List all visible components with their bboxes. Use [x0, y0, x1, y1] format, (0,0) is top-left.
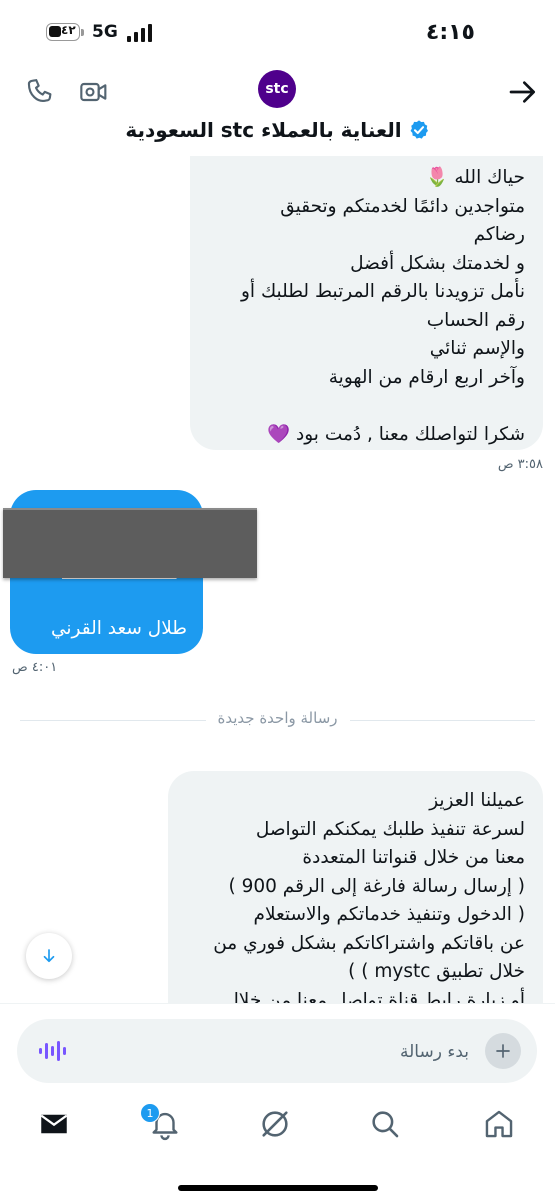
incoming-message-bubble[interactable]: عميلنا العزيز لسرعة تنفيذ طلبك يمكنكم ال… — [168, 771, 543, 1016]
status-time: ٤:١٥ — [425, 20, 475, 45]
battery-icon: ٤٢ — [46, 23, 80, 41]
status-bar: ٤٢ 5G ٤:١٥ — [0, 0, 555, 66]
scroll-to-bottom-button[interactable] — [26, 933, 72, 979]
notification-badge: 1 — [140, 1103, 160, 1123]
avatar[interactable]: stc — [258, 70, 296, 108]
plus-icon — [496, 1044, 510, 1058]
conversation-title-row[interactable]: العناية بالعملاء stc السعودية — [0, 118, 555, 142]
attach-button[interactable] — [485, 1033, 521, 1069]
incoming-message-bubble[interactable]: حياك الله 🌷 متواجدين دائمًا لخدمتكم وتحق… — [190, 156, 543, 450]
messages-tab-icon[interactable] — [37, 1107, 71, 1141]
home-indicator — [178, 1185, 378, 1191]
verified-badge-icon — [410, 120, 428, 139]
signal-icon — [127, 24, 157, 42]
message-input[interactable] — [137, 1019, 471, 1085]
conversation-header: stc العناية بالعملاء stc السعودية — [0, 66, 555, 156]
arrow-down-icon — [43, 949, 55, 963]
message-timestamp: ٤:٠١ ص — [12, 660, 58, 675]
grok-tab-icon[interactable] — [258, 1107, 292, 1141]
new-messages-divider: رسالة واحدة جديدة — [0, 709, 555, 727]
outgoing-name-line: طلال سعد القرني — [50, 617, 187, 639]
back-arrow-icon[interactable] — [507, 76, 539, 108]
phone-icon[interactable] — [24, 76, 56, 108]
outgoing-id-line: اخر الهوية 6997 — [57, 674, 187, 696]
network-type: 5G — [92, 22, 118, 42]
video-call-icon[interactable] — [78, 76, 110, 108]
conversation-title: العناية بالعملاء stc السعودية — [125, 118, 402, 142]
new-messages-label: رسالة واحدة جديدة — [205, 709, 350, 727]
voice-message-icon[interactable] — [37, 1035, 67, 1067]
composer-bar — [0, 1003, 555, 1094]
bottom-tab-bar: 1 — [0, 1093, 555, 1200]
search-tab-icon[interactable] — [368, 1107, 402, 1141]
message-timestamp: ٣:٥٨ ص — [497, 457, 543, 472]
redaction-box — [3, 508, 257, 578]
composer — [17, 1019, 537, 1085]
battery-nub — [81, 29, 84, 36]
home-tab-icon[interactable] — [482, 1107, 516, 1141]
battery-level: ٤٢ — [61, 23, 76, 37]
